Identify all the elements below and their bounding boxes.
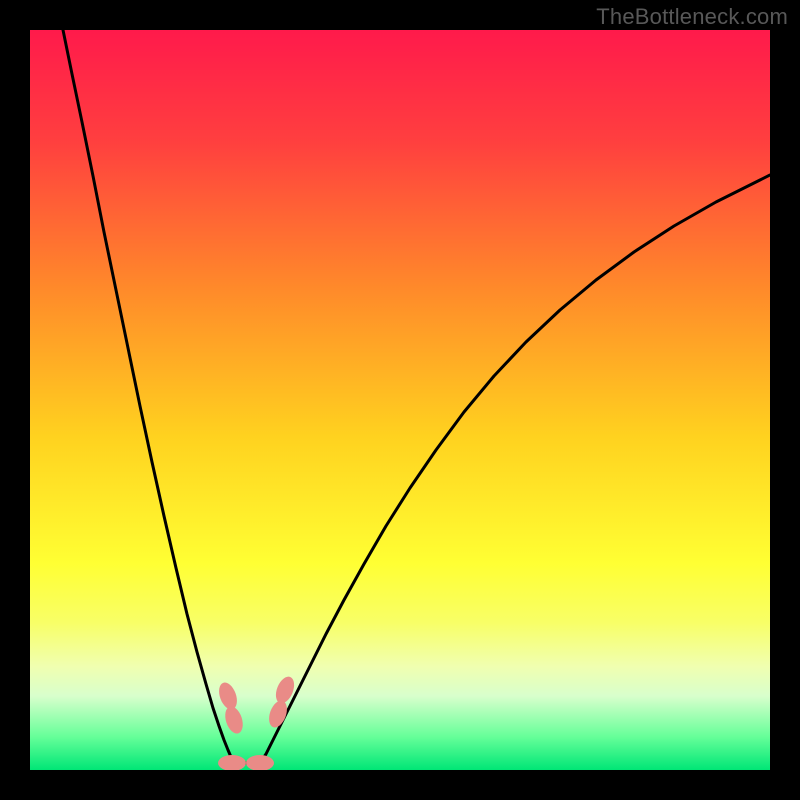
watermark-text: TheBottleneck.com — [596, 4, 788, 30]
chart-svg — [30, 30, 770, 770]
plot-area — [30, 30, 770, 770]
gradient-background — [30, 30, 770, 770]
chart-frame: TheBottleneck.com — [0, 0, 800, 800]
